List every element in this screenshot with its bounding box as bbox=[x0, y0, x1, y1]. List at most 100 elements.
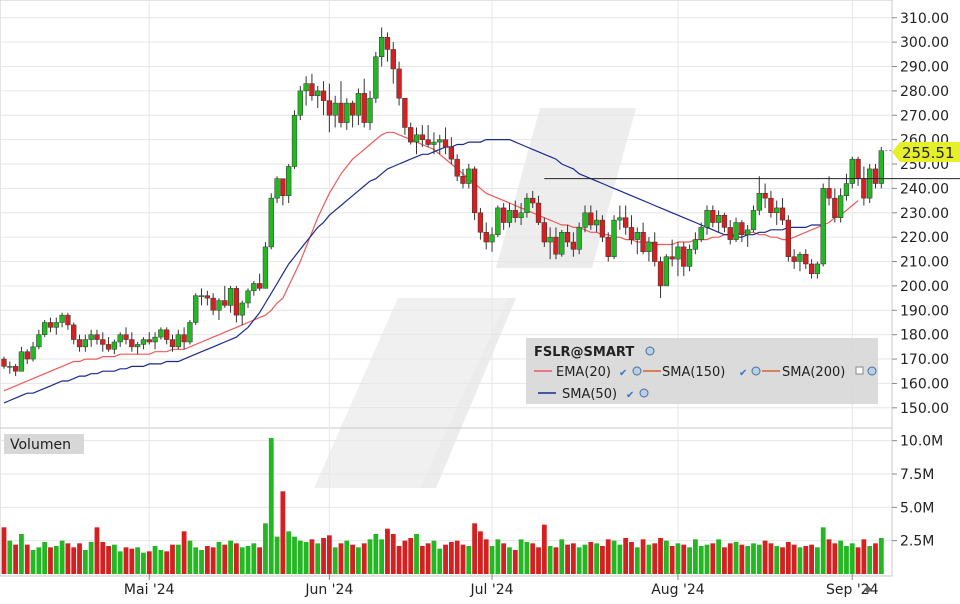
volume-bar bbox=[170, 544, 175, 574]
candle-body bbox=[111, 341, 118, 350]
volume-bar bbox=[402, 540, 408, 574]
volume-bar bbox=[303, 542, 309, 574]
candle-body bbox=[262, 246, 269, 289]
candle-body bbox=[82, 339, 88, 348]
candle-body bbox=[175, 334, 181, 348]
volume-bar bbox=[803, 546, 809, 574]
volume-bar bbox=[669, 546, 675, 574]
candle-body bbox=[826, 188, 832, 199]
candle-body bbox=[251, 283, 257, 292]
candle-body bbox=[704, 210, 710, 228]
candle-body bbox=[367, 97, 373, 123]
candle-body bbox=[617, 217, 623, 221]
legend-sma200-settings-icon[interactable] bbox=[867, 366, 877, 376]
candle-body bbox=[413, 134, 420, 143]
volume-bar bbox=[646, 544, 652, 574]
volume-bar bbox=[623, 538, 629, 574]
candle-body bbox=[402, 97, 408, 128]
price-tick-label: 240.00 bbox=[900, 181, 949, 197]
volume-bar bbox=[629, 542, 634, 574]
legend-sma150-settings-icon[interactable] bbox=[751, 366, 761, 376]
candle-body bbox=[779, 207, 786, 221]
volume-bar bbox=[443, 544, 448, 574]
volume-bar bbox=[199, 550, 204, 574]
volume-bar bbox=[187, 540, 193, 574]
volume-bar bbox=[826, 539, 832, 574]
candle-body bbox=[204, 295, 210, 299]
volume-bar bbox=[390, 534, 396, 574]
legend-sma200-checkbox-icon[interactable] bbox=[855, 366, 864, 375]
candle-body bbox=[524, 197, 530, 214]
candle-body bbox=[42, 322, 48, 335]
legend-symbol[interactable]: FSLR@SMART bbox=[534, 345, 634, 360]
legend-sma50-label[interactable]: SMA(50) bbox=[562, 387, 617, 402]
volume-bar bbox=[117, 551, 123, 574]
volume-tick-label: 5.0M bbox=[900, 500, 934, 516]
candle-body bbox=[245, 290, 251, 304]
x-axis: Mai '24 Jun '24 Jul '24 Aug '24 Sep '24 bbox=[124, 574, 879, 598]
legend-sma150-label[interactable]: SMA(150) bbox=[662, 365, 725, 380]
volume-bar bbox=[675, 543, 681, 574]
scroll-right-icon[interactable]: ◆ bbox=[864, 584, 872, 595]
volume-bar bbox=[280, 491, 286, 574]
candle-body bbox=[326, 100, 333, 116]
volume-bar bbox=[158, 550, 164, 574]
candle-body bbox=[692, 239, 699, 250]
legend-ema20-settings-icon[interactable] bbox=[632, 366, 642, 376]
volume-bar bbox=[175, 544, 181, 574]
symbol-settings-icon[interactable] bbox=[645, 346, 655, 356]
volume-bar bbox=[65, 543, 71, 574]
volume-bar bbox=[396, 546, 402, 574]
candle-body bbox=[867, 168, 873, 199]
price-tick-label: 310.00 bbox=[900, 11, 949, 27]
candle-body bbox=[129, 339, 135, 348]
legend-sma150-check-icon[interactable]: ✔ bbox=[739, 368, 747, 379]
volume-bar bbox=[716, 539, 722, 574]
candle-body bbox=[745, 229, 751, 235]
candle-body bbox=[715, 214, 722, 223]
volume-bar bbox=[309, 539, 315, 574]
candle-body bbox=[210, 297, 216, 311]
volume-bar bbox=[512, 550, 518, 574]
legend-sma50-settings-icon[interactable] bbox=[639, 388, 649, 398]
candle-body bbox=[239, 302, 245, 316]
volume-bar bbox=[838, 540, 844, 574]
candle-body bbox=[437, 139, 443, 143]
candle-body bbox=[419, 134, 425, 140]
chart-svg: 310.00300.00290.00280.00270.00260.00250.… bbox=[0, 0, 960, 598]
volume-bar bbox=[722, 547, 727, 574]
legend-sma50-check-icon[interactable]: ✔ bbox=[626, 390, 634, 401]
chart-container: 310.00 300.00 290.00 280.00 270.00 260.00 250.… bbox=[0, 0, 960, 600]
candle-body bbox=[454, 158, 460, 177]
volume-bar bbox=[524, 542, 530, 574]
legend-sma200-label[interactable]: SMA(200) bbox=[782, 365, 845, 380]
candle-body bbox=[233, 288, 240, 316]
candle-body bbox=[88, 334, 94, 340]
volume-tick-label: 7.5M bbox=[900, 467, 934, 483]
time-tick-label: Jun '24 bbox=[304, 582, 353, 598]
candle-body bbox=[425, 139, 431, 145]
candle-body bbox=[652, 241, 658, 262]
price-tick-label: 160.00 bbox=[900, 376, 949, 392]
candle-body bbox=[570, 241, 577, 250]
candle-body bbox=[227, 288, 234, 306]
candle-body bbox=[448, 146, 455, 160]
candle-body bbox=[750, 210, 757, 231]
time-tick-label: Mai '24 bbox=[124, 582, 175, 598]
volume-bar bbox=[867, 546, 873, 574]
candle-body bbox=[384, 37, 391, 50]
candle-body bbox=[628, 227, 635, 240]
volume-bar bbox=[106, 546, 111, 574]
volume-bar bbox=[111, 544, 117, 574]
volume-bar bbox=[431, 540, 437, 574]
candle-body bbox=[582, 212, 588, 228]
candle-body bbox=[605, 236, 611, 257]
volume-bar bbox=[483, 539, 489, 574]
legend-ema20-label[interactable]: EMA(20) bbox=[556, 365, 611, 380]
volume-bar bbox=[373, 534, 379, 574]
candle-body bbox=[768, 197, 774, 214]
volume-bar bbox=[536, 547, 541, 574]
candle-body bbox=[785, 219, 792, 257]
legend-ema20-check-icon[interactable]: ✔ bbox=[619, 368, 627, 379]
candle-body bbox=[65, 314, 71, 326]
